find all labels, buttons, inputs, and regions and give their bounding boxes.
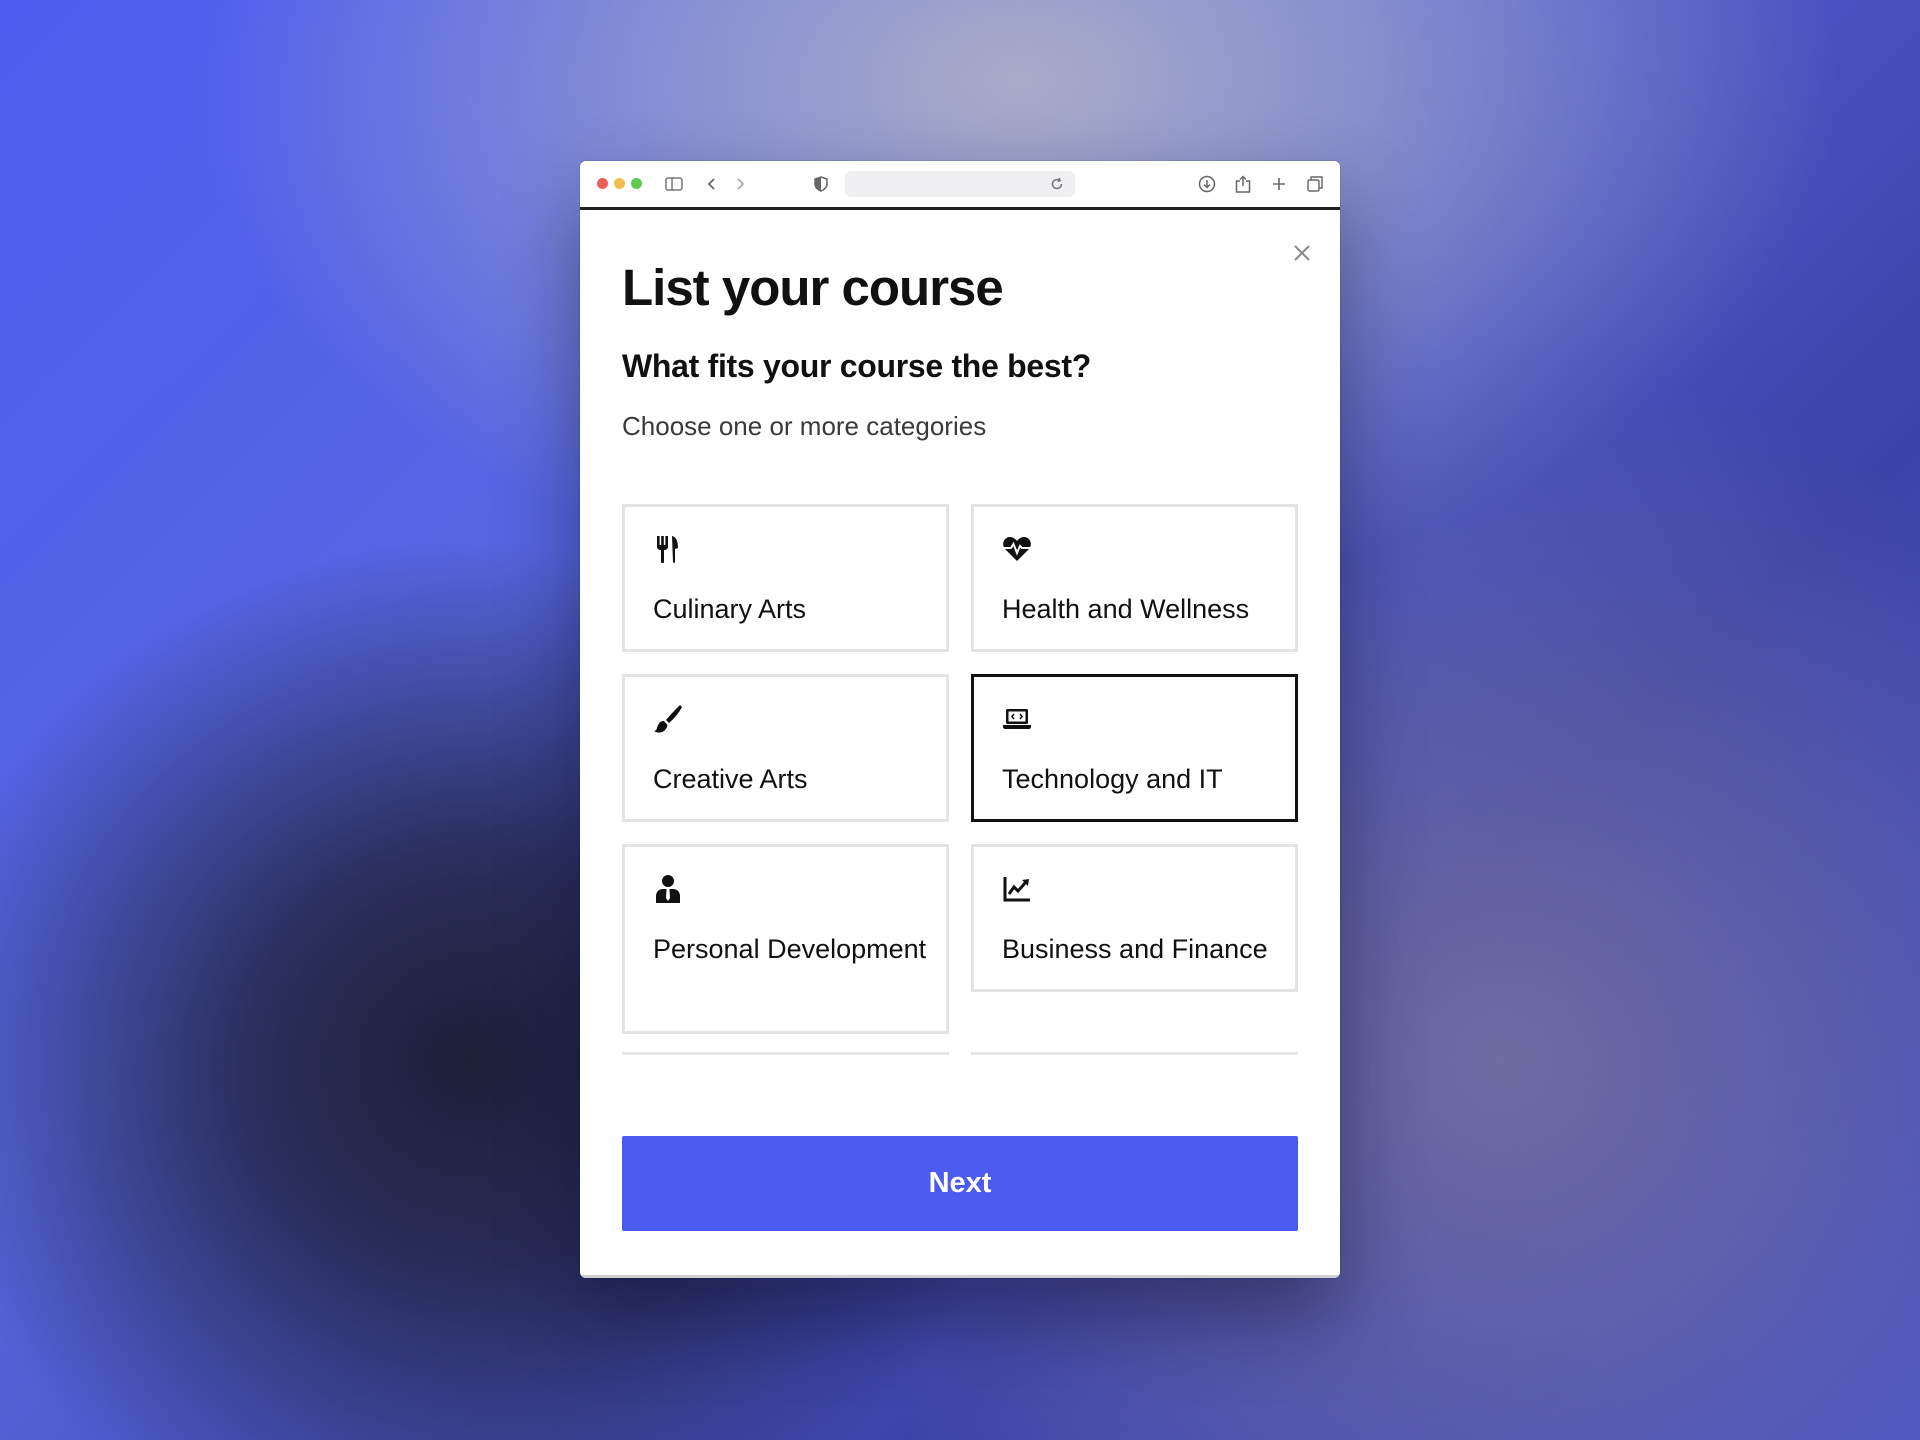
category-card-business-and-finance[interactable]: Business and Finance [971, 844, 1298, 992]
category-label: Culinary Arts [653, 594, 807, 624]
chart-line-icon [1002, 874, 1032, 904]
close-modal-button[interactable] [1290, 241, 1314, 265]
category-card-creative-arts[interactable]: Creative Arts [622, 674, 949, 822]
tabs-overview-icon[interactable] [1303, 172, 1327, 196]
window-bottom-edge [580, 1275, 1340, 1278]
helper-text: Choose one or more categories [622, 411, 987, 441]
browser-window: List your course What fits your course t… [580, 161, 1340, 1278]
next-card-edge [971, 1052, 1298, 1055]
close-window-button[interactable] [597, 178, 608, 189]
laptop-code-icon [1002, 704, 1032, 734]
page-title: List your course [622, 259, 1004, 316]
utensils-icon [653, 534, 683, 564]
category-card-technology-and-it[interactable]: Technology and IT [971, 674, 1298, 822]
category-label: Creative Arts [653, 764, 808, 794]
next-card-edge [622, 1052, 949, 1055]
download-icon[interactable] [1195, 172, 1219, 196]
question-heading: What fits your course the best? [622, 348, 1091, 384]
minimize-window-button[interactable] [614, 178, 625, 189]
new-tab-icon[interactable] [1267, 172, 1291, 196]
category-label: Personal Development [653, 934, 927, 964]
back-icon[interactable] [700, 172, 724, 196]
forward-icon[interactable] [728, 172, 752, 196]
category-label: Business and Finance [1002, 934, 1268, 964]
share-icon[interactable] [1231, 172, 1255, 196]
sidebar-icon[interactable] [662, 172, 686, 196]
zoom-window-button[interactable] [631, 178, 642, 189]
paintbrush-icon [653, 704, 683, 734]
category-label: Technology and IT [1002, 764, 1223, 794]
shield-icon[interactable] [809, 172, 833, 196]
category-card-culinary-arts[interactable]: Culinary Arts [622, 504, 949, 652]
heart-pulse-icon [1002, 534, 1032, 564]
category-card-health-and-wellness[interactable]: Health and Wellness [971, 504, 1298, 652]
category-label: Health and Wellness [1002, 594, 1250, 624]
modal-content: List your course What fits your course t… [580, 210, 1340, 1278]
reload-icon[interactable] [1045, 172, 1069, 196]
browser-toolbar [580, 161, 1340, 210]
category-card-personal-development[interactable]: Personal Development [622, 844, 949, 1034]
address-bar[interactable] [845, 171, 1075, 197]
close-icon [1294, 245, 1310, 261]
next-button[interactable]: Next [622, 1136, 1298, 1231]
user-tie-icon [653, 874, 683, 904]
